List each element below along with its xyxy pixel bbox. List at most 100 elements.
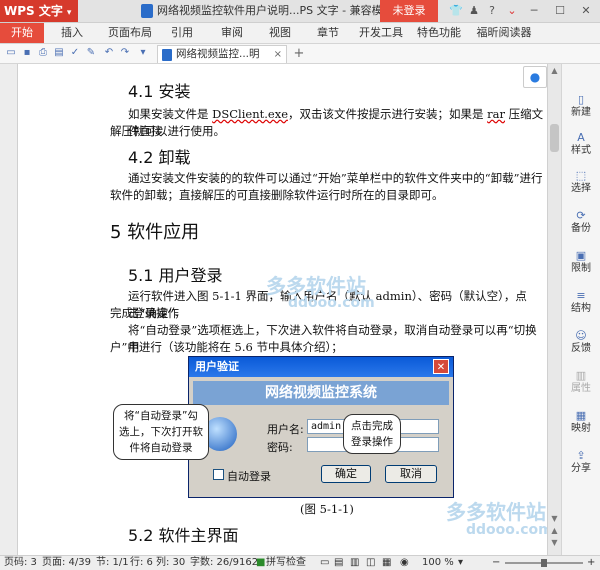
doc-tab-icon (162, 49, 172, 61)
scroll-thumb[interactable] (550, 124, 559, 152)
sidebar-item-mapping[interactable]: ▦ 映射 (562, 410, 600, 435)
ok-button: 确定 (321, 465, 371, 483)
paragraph-login-line2: 完成登录操作 (110, 306, 179, 320)
app-logo-text: WPS 文字 (4, 4, 63, 18)
tab-foxit-reader[interactable]: 福昕阅读器 (474, 23, 534, 43)
view-outline-icon[interactable]: ▥ (350, 556, 359, 570)
redo-icon[interactable]: ↷ (118, 46, 132, 60)
app-menu-button[interactable]: WPS 文字 ▾ (0, 0, 78, 22)
status-zoom[interactable]: 100 % (422, 556, 454, 570)
vertical-ruler (0, 64, 18, 555)
maximize-icon[interactable]: ☐ (552, 3, 568, 19)
paragraph-install-line2: 解压就可以进行使用。 (110, 124, 225, 138)
shirt-icon[interactable]: 👕 (448, 3, 464, 19)
dialog-banner: 网络视频监控系统 (193, 381, 449, 405)
close-tab-icon[interactable]: × (274, 46, 282, 63)
username-label: 用户名: (267, 423, 304, 436)
auto-login-checkbox (213, 469, 224, 480)
print-preview-icon[interactable]: ▤ (52, 46, 66, 60)
tab-developer[interactable]: 开发工具 (356, 23, 406, 43)
print-icon[interactable]: ⎙ (36, 46, 50, 60)
tab-chapter[interactable]: 章节 (308, 23, 348, 43)
tab-references[interactable]: 引用 (162, 23, 202, 43)
settings-dropdown-icon[interactable]: ⌄ (504, 3, 520, 19)
cancel-button: 取消 (385, 465, 437, 483)
tab-view[interactable]: 视图 (260, 23, 300, 43)
sidebar-item-new[interactable]: ▯ 新建 (562, 94, 600, 119)
new-tab-button[interactable]: + (292, 45, 306, 63)
right-sidebar: ▯ 新建 A 样式 ⬚ 选择 ⟳ 备份 ▣ 限制 ≡ 结构 ☺ 反馈 ▥ 属性 ▦ 映射 ⇪ 分享 (561, 64, 600, 555)
location-pin-icon[interactable]: ● (523, 66, 547, 88)
status-section: 节: 1/1 (96, 557, 129, 568)
tab-page-layout[interactable]: 页面布局 (100, 23, 160, 43)
title-bar: WPS 文字 ▾ 网络视频监控软件用户说明...PS 文字 - 兼容模式 未登录 … (0, 0, 600, 23)
open-folder-icon[interactable]: ▭ (4, 46, 18, 60)
select-icon: ⬚ (575, 169, 587, 182)
structure-icon: ≡ (576, 289, 586, 302)
ribbon-tabs: 开始 插入 页面布局 引用 审阅 视图 章节 开发工具 特色功能 福昕阅读器 (0, 23, 600, 44)
view-read-icon[interactable]: ▦ (382, 556, 391, 570)
sidebar-item-backup[interactable]: ⟳ 备份 (562, 210, 600, 235)
zoom-in-icon[interactable]: + (587, 556, 595, 570)
tab-features[interactable]: 特色功能 (414, 23, 464, 43)
heading-5: 5 软件应用 (110, 222, 200, 243)
tab-home[interactable]: 开始 (0, 23, 44, 43)
sidebar-item-select[interactable]: ⬚ 选择 (562, 170, 600, 195)
login-button[interactable]: 未登录 (380, 0, 438, 22)
scroll-up-icon[interactable]: ▲ (548, 66, 561, 75)
user-icon[interactable]: ♟ (466, 3, 482, 19)
lock-icon: ▣ (575, 249, 587, 262)
document-tab[interactable]: 网络视频监控...明书.doc × (157, 45, 287, 77)
sidebar-item-share[interactable]: ⇪ 分享 (562, 450, 600, 475)
properties-icon: ▥ (575, 369, 587, 382)
status-row: 行: 6 (130, 557, 153, 568)
sidebar-item-feedback[interactable]: ☺ 反馈 (562, 330, 600, 355)
sidebar-item-properties[interactable]: ▥ 属性 (562, 370, 600, 395)
tab-insert[interactable]: 插入 (50, 23, 94, 43)
new-icon: ▯ (577, 93, 585, 106)
mapping-icon: ▦ (575, 409, 587, 422)
status-spell-check[interactable]: 拼写检查 (266, 556, 306, 570)
sidebar-item-restrict[interactable]: ▣ 限制 (562, 250, 600, 275)
paragraph-uninstall-line1: 通过安装文件安装的的软件可以通过“开始”菜单栏中的软件文件夹中的“卸载”进行 (128, 171, 543, 185)
heading-5-1: 5.1 用户登录 (128, 266, 223, 285)
prev-page-icon[interactable]: ▲ (548, 526, 561, 535)
figure-caption: (图 5-1-1) (300, 502, 354, 516)
help-icon[interactable]: ? (484, 3, 500, 19)
scroll-down-icon[interactable]: ▼ (548, 514, 561, 523)
heading-4-2: 4.2 卸载 (128, 148, 191, 167)
view-full-icon[interactable]: ▤ (334, 556, 343, 570)
chevron-down-icon: ▾ (66, 8, 72, 18)
close-icon[interactable]: ✕ (578, 3, 594, 19)
next-page-icon[interactable]: ▼ (548, 538, 561, 547)
backup-icon: ⟳ (576, 209, 586, 222)
spell-icon[interactable]: ✓ (68, 46, 82, 60)
view-page-icon[interactable]: ▭ (320, 556, 329, 570)
watermark-en-bottom: ddooo.com (466, 522, 547, 538)
vertical-scrollbar[interactable]: ▲ ▼ ▲ ▼ (547, 64, 561, 555)
sidebar-item-structure[interactable]: ≡ 结构 (562, 290, 600, 315)
status-page-code: 页码: 3 (4, 557, 37, 568)
more-dropdown-icon[interactable]: ▾ (136, 46, 150, 60)
zoom-dropdown-icon[interactable]: ▾ (458, 556, 463, 570)
sidebar-item-style[interactable]: A 样式 (562, 132, 600, 157)
spell-check-icon[interactable]: ■ (256, 556, 265, 570)
zoom-out-icon[interactable]: − (492, 556, 500, 570)
view-web-icon[interactable]: ◫ (366, 556, 375, 570)
zoom-slider-handle[interactable] (541, 559, 547, 567)
status-page[interactable]: 页面: 4/39 (42, 556, 91, 570)
save-icon[interactable]: ▪ (20, 46, 34, 60)
tab-review[interactable]: 审阅 (212, 23, 252, 43)
share-icon: ⇪ (576, 449, 586, 462)
undo-icon[interactable]: ↶ (102, 46, 116, 60)
heading-4-1: 4.1 安装 (128, 82, 191, 101)
eye-icon[interactable]: ◉ (400, 556, 409, 570)
format-painter-icon[interactable]: ✎ (84, 46, 98, 60)
watermark-en: ddooo.com (288, 295, 375, 311)
status-bar: 页码: 3 页面: 4/39 节: 1/1 行: 6 列: 30 字数: 26/… (0, 555, 600, 570)
callout-confirm: 点击完成 登录操作 (343, 414, 401, 454)
status-words[interactable]: 字数: 26/9162 (190, 556, 258, 570)
minimize-icon[interactable]: ─ (526, 3, 542, 19)
password-label: 密码: (267, 441, 293, 454)
dialog-title: 用户验证 (189, 357, 453, 377)
